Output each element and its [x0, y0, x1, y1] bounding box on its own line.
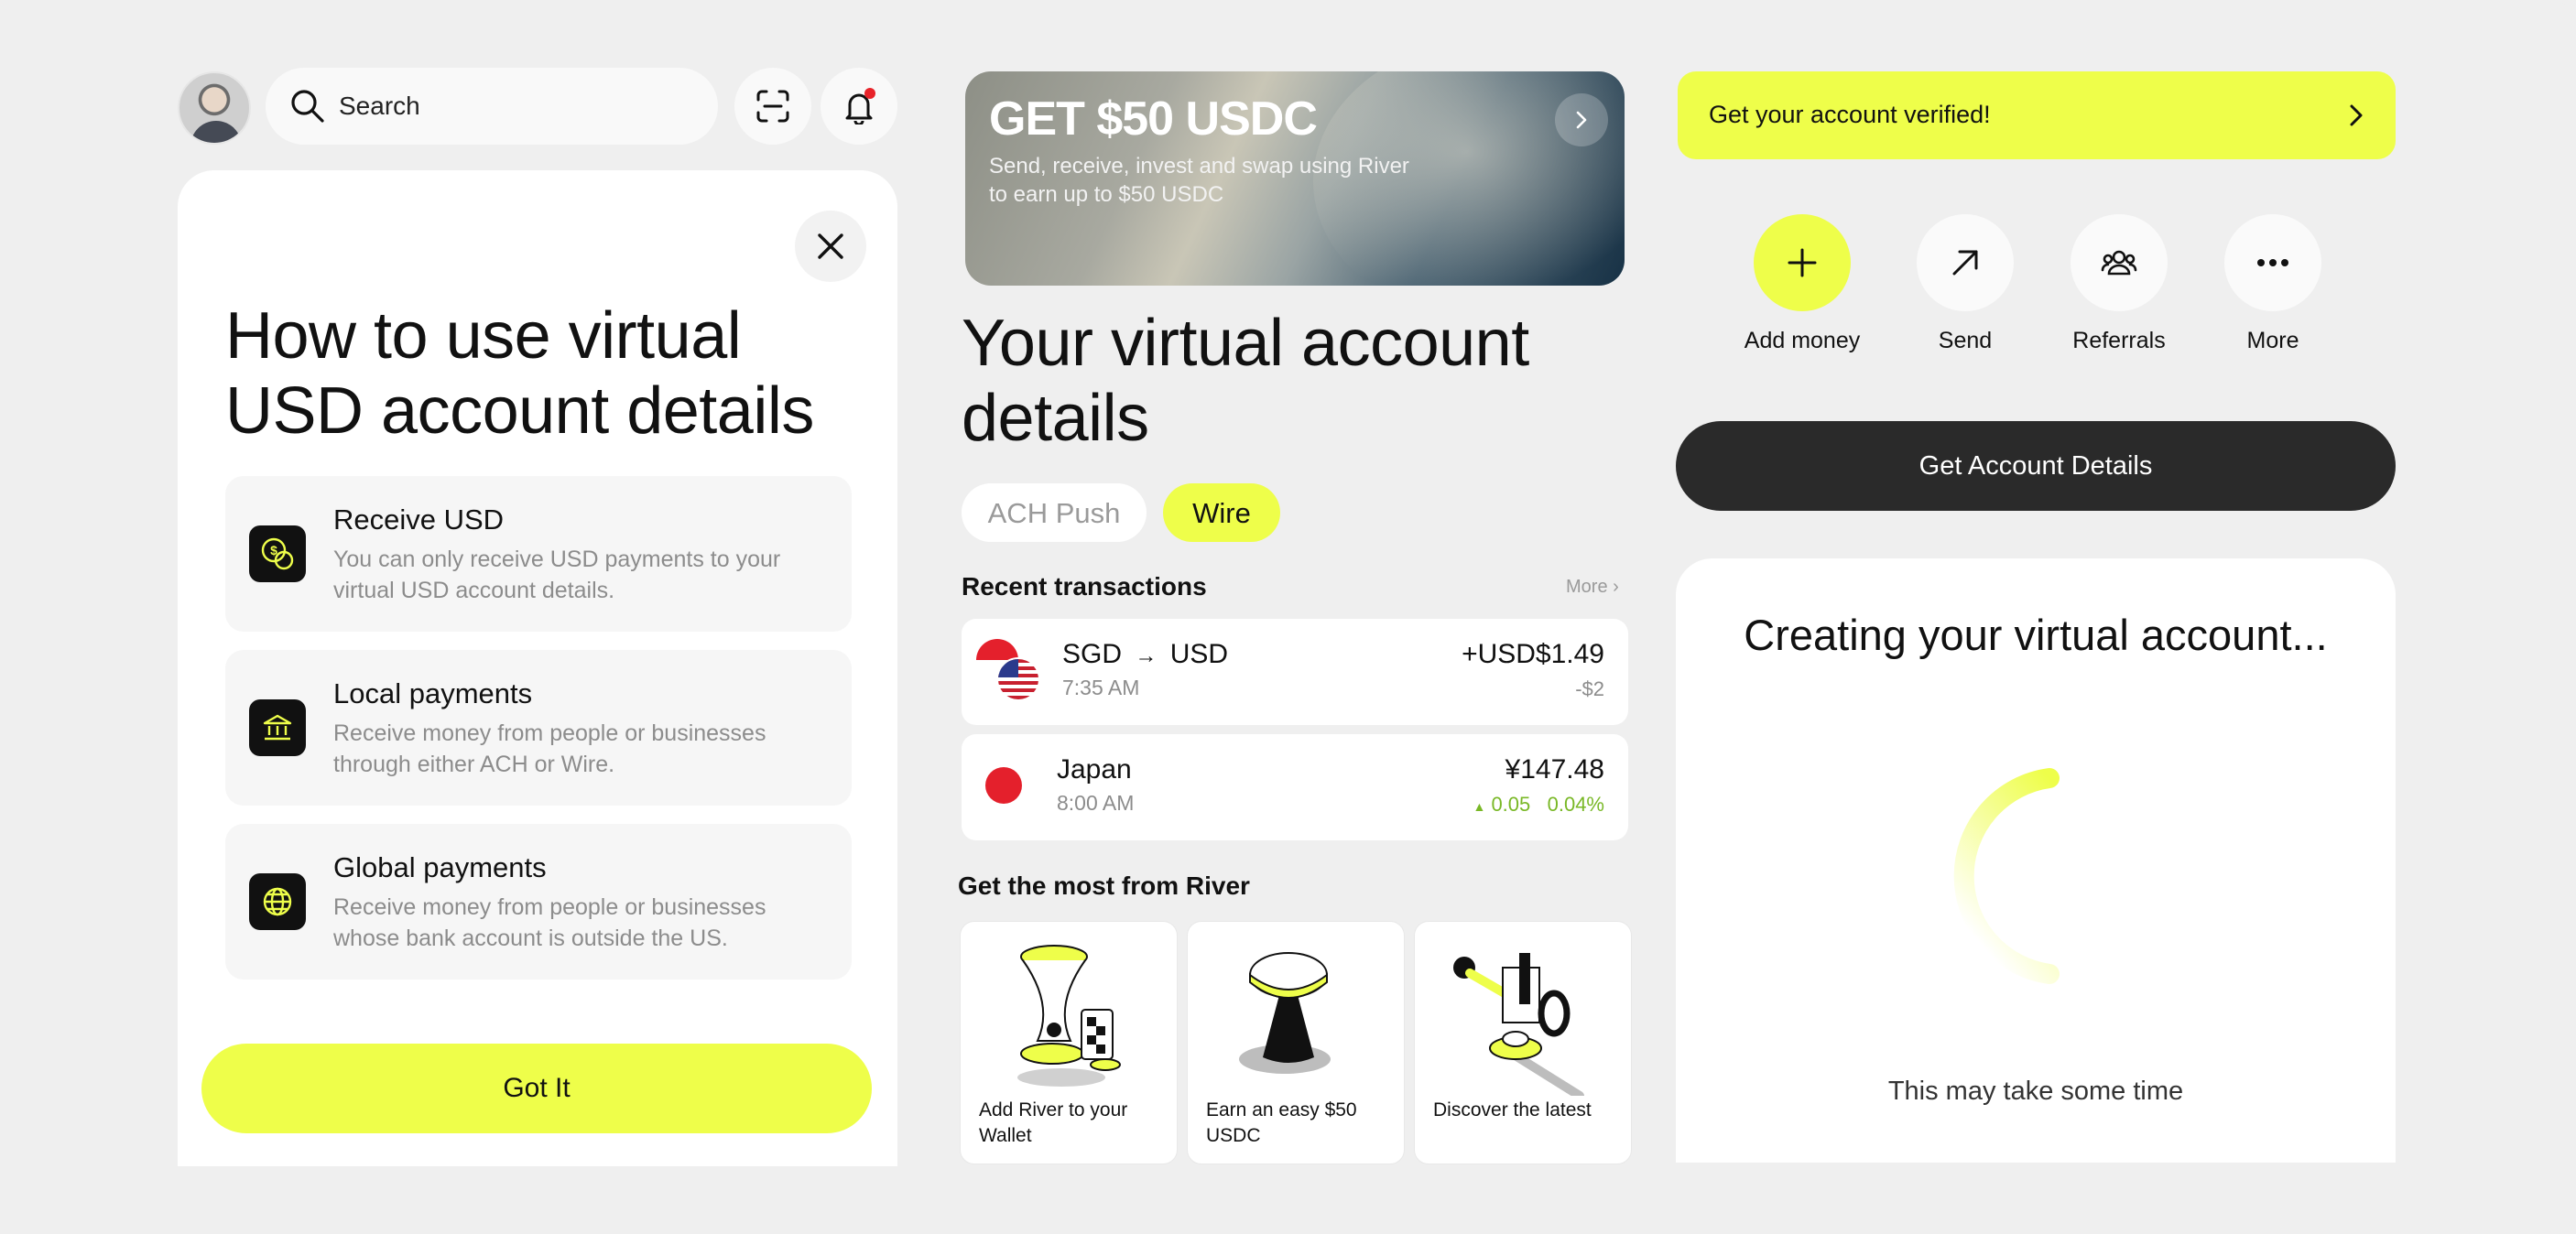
- action-label: More: [2246, 328, 2299, 353]
- tile-label: Add River to your Wallet: [979, 1099, 1128, 1146]
- action-send[interactable]: Send: [1892, 214, 2038, 354]
- more-link-label: More: [1566, 577, 1608, 597]
- more-button[interactable]: [2224, 214, 2321, 311]
- more-dots-icon: [2257, 259, 2288, 266]
- transaction-row-sgd-usd[interactable]: SGD → USD 7:35 AM +USD$1.49 -$2: [962, 619, 1628, 725]
- promo-banner[interactable]: GET $50 USDC Send, receive, invest and s…: [965, 71, 1625, 286]
- scan-button[interactable]: [734, 68, 811, 145]
- tile-discover-latest[interactable]: Discover the latest: [1414, 921, 1632, 1164]
- chevron-right-icon: [2350, 104, 2363, 126]
- info-card-title: Global payments: [333, 851, 547, 883]
- action-label: Send: [1938, 328, 1993, 353]
- usd-guide-panel: How to use virtual USD account details $…: [178, 170, 897, 1166]
- info-card-title: Local payments: [333, 677, 533, 709]
- transaction-time: 7:35 AM: [1062, 676, 1140, 699]
- add-money-button[interactable]: [1754, 214, 1851, 311]
- tile-earn-usdc[interactable]: Earn an easy $50 USDC: [1187, 921, 1405, 1164]
- machinery-illustration: [1453, 953, 1584, 1096]
- transaction-change: ▲ 0.05 0.04%: [1473, 793, 1604, 817]
- search-placeholder: Search: [339, 92, 420, 120]
- tab-ach-push[interactable]: ACH Push: [962, 483, 1147, 542]
- account-title: Your virtual account details: [962, 307, 1529, 455]
- canvas: Search How to use virtual USD account de…: [0, 0, 2576, 1234]
- got-it-button[interactable]: Got It: [201, 1044, 872, 1133]
- promo-heading: GET $50 USDC: [989, 92, 1318, 146]
- send-button[interactable]: [1917, 214, 2014, 311]
- tile-add-to-wallet[interactable]: Add River to your Wallet: [960, 921, 1178, 1164]
- notification-dot: [864, 88, 875, 99]
- plus-icon: [1788, 248, 1817, 277]
- get-account-details-button[interactable]: Get Account Details: [1676, 421, 2396, 511]
- currency-from: SGD: [1062, 639, 1123, 669]
- creating-title: Creating your virtual account...: [1744, 611, 2328, 659]
- guide-title: How to use virtual USD account details: [225, 299, 814, 448]
- transaction-name: Japan: [1057, 754, 1132, 785]
- verify-account-banner[interactable]: Get your account verified!: [1678, 71, 2396, 159]
- top-bar: Search: [178, 68, 897, 146]
- creating-account-panel: Creating your virtual account... This ma…: [1676, 558, 2396, 1163]
- dollar-coin-icon: $: [249, 525, 306, 582]
- tile-label: Discover the latest: [1433, 1099, 1592, 1120]
- close-button[interactable]: [795, 211, 866, 282]
- transaction-pair: SGD → USD: [1062, 639, 1228, 670]
- avatar[interactable]: [178, 71, 251, 145]
- info-card-desc: Receive money from people or businesses …: [333, 894, 766, 951]
- globe-icon: [249, 873, 306, 930]
- currency-to: USD: [1169, 639, 1229, 669]
- pedestal-illustration: [1239, 952, 1331, 1074]
- tab-wire[interactable]: Wire: [1163, 483, 1280, 542]
- action-label: Add money: [1744, 328, 1861, 353]
- promo-next-button[interactable]: [1555, 93, 1608, 146]
- search-input[interactable]: Search: [266, 68, 718, 145]
- action-label: Referrals: [2072, 328, 2166, 353]
- caret-up-icon: ▲: [1473, 799, 1486, 814]
- loading-spinner: [1953, 768, 2060, 984]
- info-card-local-payments: Local payments Receive money from people…: [225, 650, 852, 806]
- discover-heading: Get the most from River: [958, 871, 1250, 900]
- creating-footnote: This may take some time: [1887, 1077, 2184, 1106]
- scan-icon: [756, 90, 789, 123]
- bank-icon: [249, 699, 306, 756]
- close-icon: [818, 233, 843, 259]
- chevron-right-icon: ›: [1613, 577, 1619, 597]
- japan-flag-icon: [984, 765, 1024, 806]
- tile-label: Earn an easy $50 USDC: [1206, 1099, 1357, 1146]
- transaction-fee: -$2: [1575, 677, 1604, 700]
- transaction-amount: +USD$1.49: [1462, 639, 1604, 669]
- search-icon: [291, 90, 324, 123]
- action-more[interactable]: More: [2200, 214, 2346, 354]
- arrow-up-right-icon: [1952, 250, 1978, 276]
- transaction-time: 8:00 AM: [1057, 791, 1135, 815]
- notifications-button[interactable]: [821, 68, 897, 145]
- info-card-desc: You can only receive USD payments to you…: [333, 547, 781, 603]
- recent-transactions-heading: Recent transactions: [962, 572, 1207, 601]
- referrals-button[interactable]: [2071, 214, 2168, 311]
- chevron-right-icon: [1576, 111, 1587, 129]
- hourglass-wallet-illustration: [1017, 945, 1121, 1087]
- info-card-global-payments: Global payments Receive money from peopl…: [225, 824, 852, 980]
- arrow-right-icon: →: [1135, 644, 1158, 668]
- action-referrals[interactable]: Referrals: [2046, 214, 2192, 354]
- svg-text:$: $: [270, 543, 277, 557]
- info-card-title: Receive USD: [333, 503, 505, 536]
- transaction-row-japan[interactable]: Japan 8:00 AM ¥147.48 ▲ 0.05 0.04%: [962, 734, 1628, 840]
- verify-label: Get your account verified!: [1709, 101, 1991, 128]
- transaction-amount: ¥147.48: [1505, 754, 1604, 785]
- recent-transactions-more-link[interactable]: More ›: [1566, 577, 1619, 598]
- change-percent: 0.04%: [1547, 793, 1604, 816]
- users-icon: [2101, 250, 2137, 276]
- info-card-receive-usd: $ Receive USD You can only receive USD p…: [225, 476, 852, 632]
- change-value: 0.05: [1491, 793, 1531, 816]
- action-add-money[interactable]: Add money: [1729, 214, 1875, 354]
- promo-subtitle: Send, receive, invest and swap using Riv…: [989, 154, 1409, 207]
- us-flag-icon: [996, 657, 1040, 701]
- info-card-desc: Receive money from people or businesses …: [333, 720, 766, 777]
